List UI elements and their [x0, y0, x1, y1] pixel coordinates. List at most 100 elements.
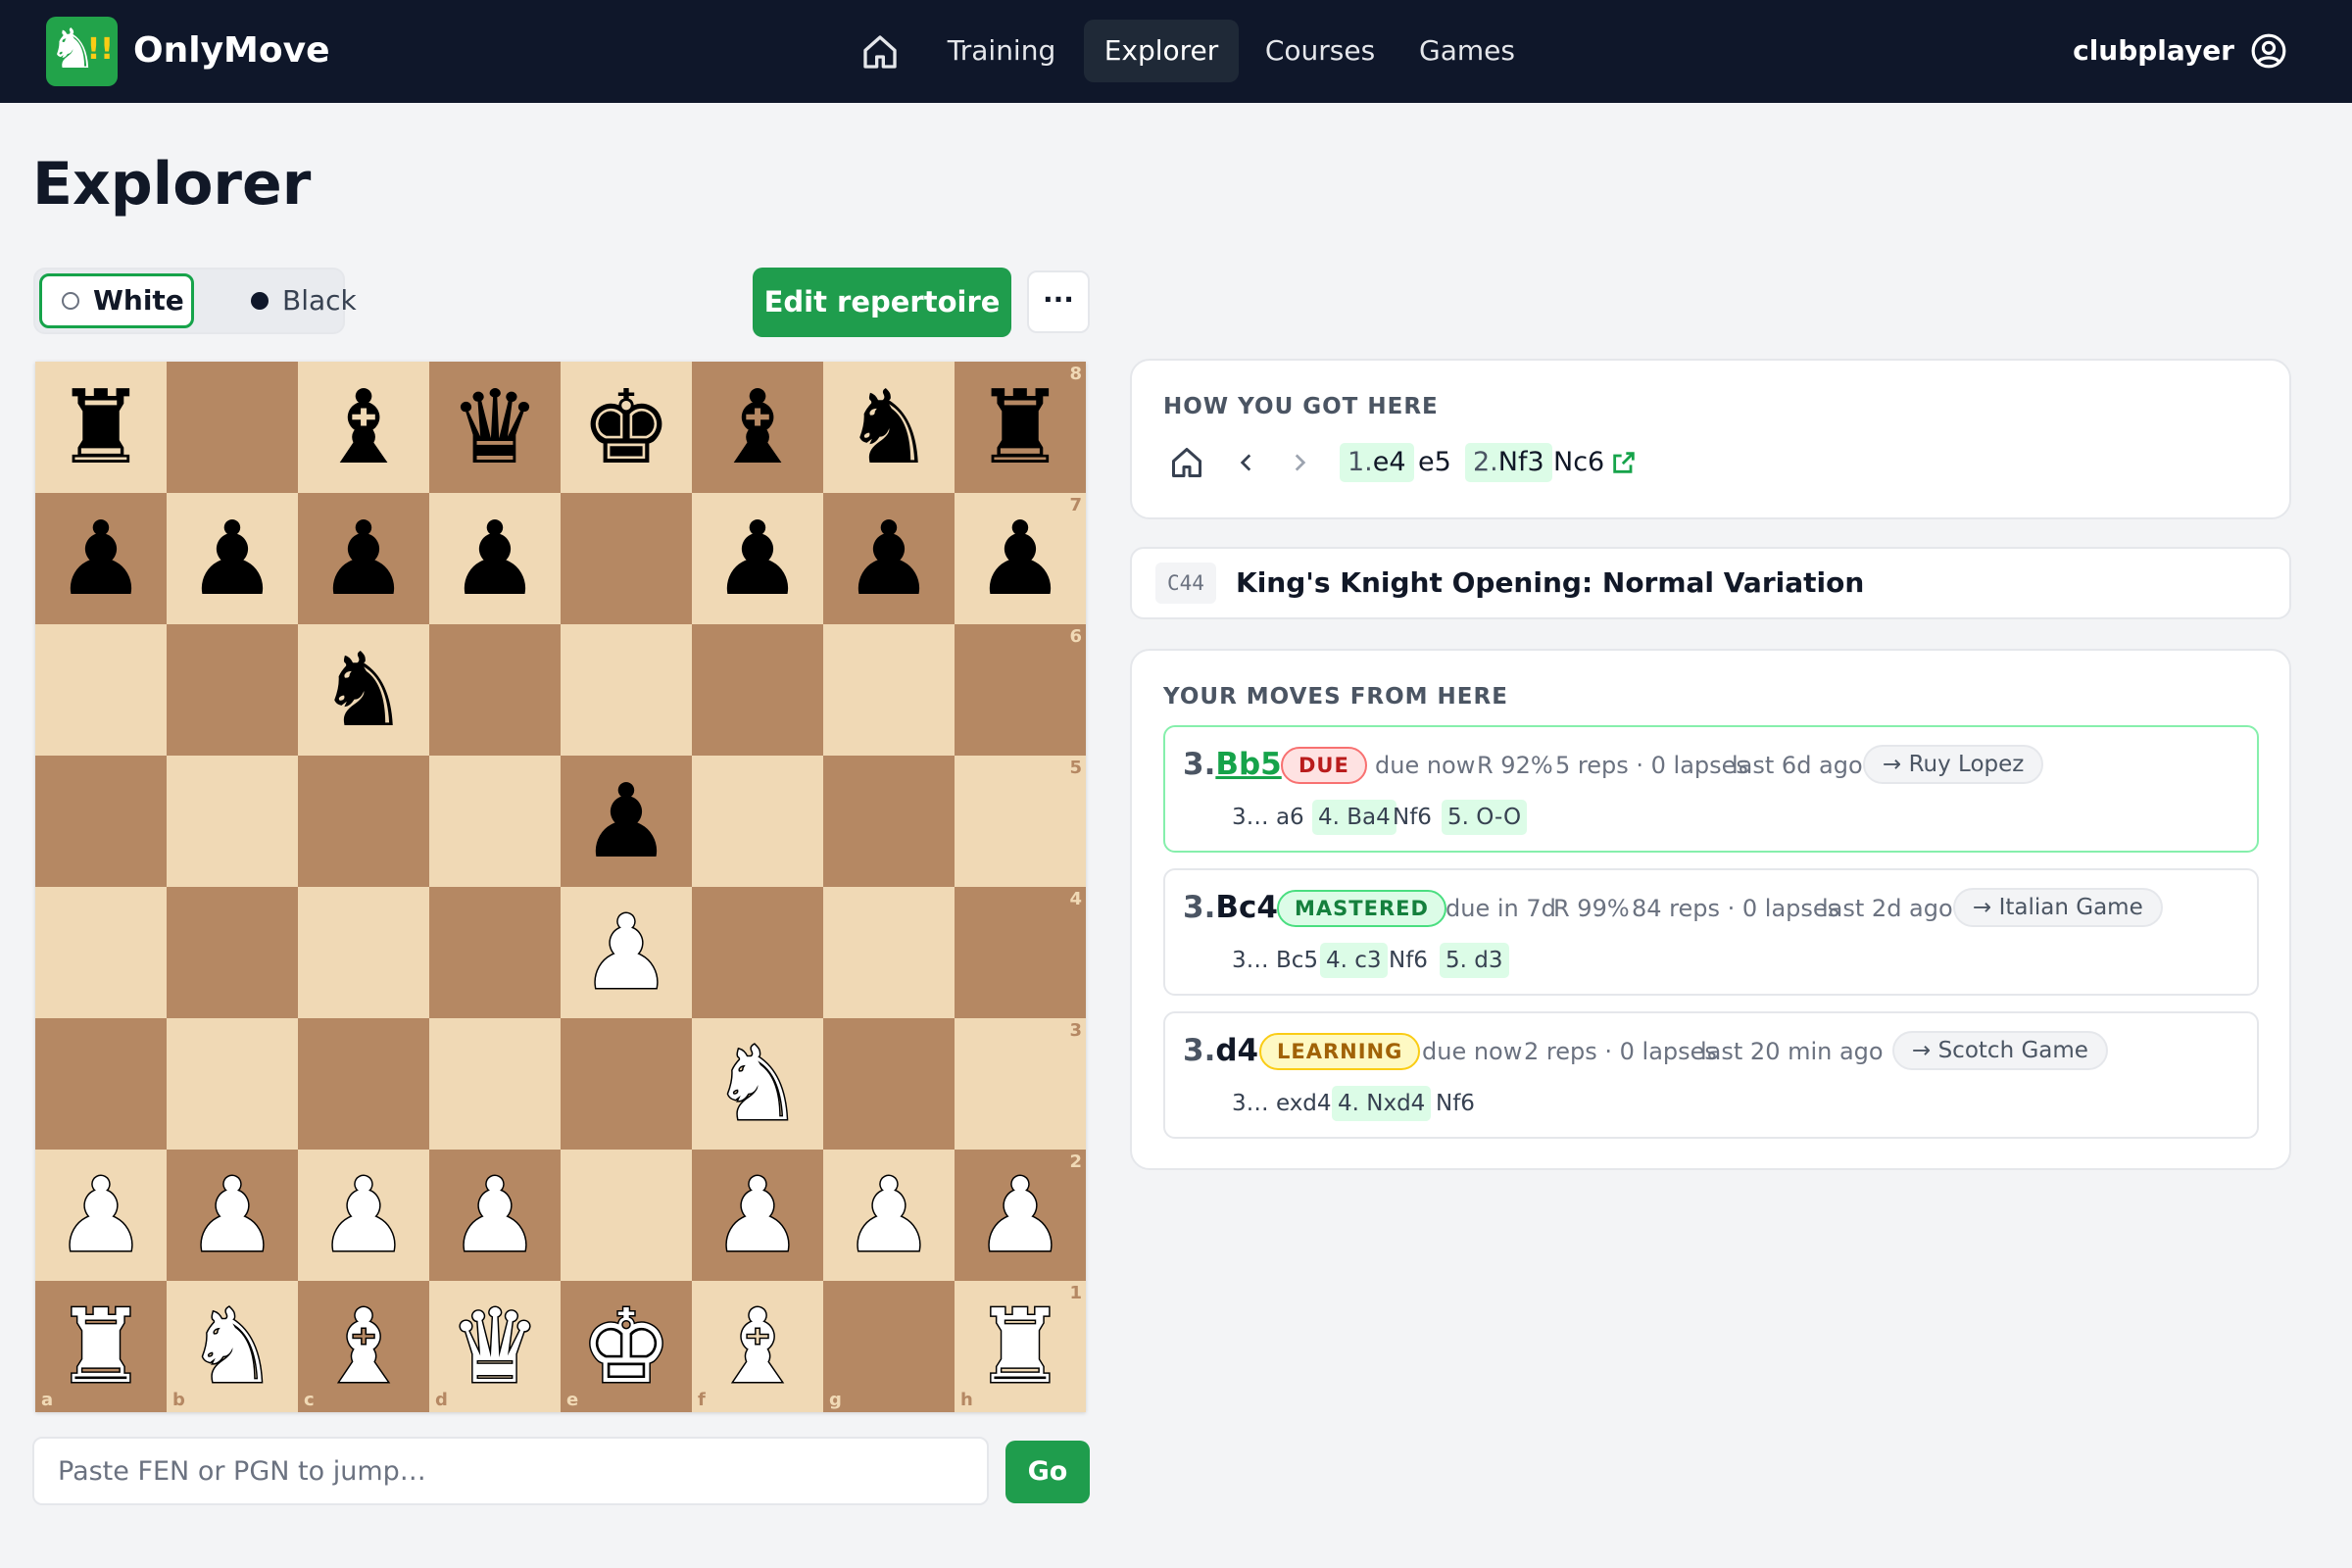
opening-link-pill[interactable]: → Scotch Game: [1892, 1031, 2108, 1070]
black-king-icon[interactable]: ♚: [580, 376, 671, 478]
opening-link-pill[interactable]: → Ruy Lopez: [1863, 745, 2044, 784]
continuation-move[interactable]: 4. Nxd4: [1332, 1086, 1432, 1121]
square-d2[interactable]: ♟: [429, 1150, 561, 1281]
black-pawn-icon[interactable]: ♟: [55, 508, 146, 610]
square-b5[interactable]: [167, 756, 298, 887]
move-san[interactable]: d4: [1215, 1033, 1258, 1068]
square-a1[interactable]: ♜ a: [35, 1281, 167, 1412]
square-c4[interactable]: [298, 887, 429, 1018]
black-knight-icon[interactable]: ♞: [843, 376, 934, 478]
move-chip[interactable]: 1.e4: [1340, 443, 1414, 482]
square-c3[interactable]: [298, 1018, 429, 1150]
square-f1[interactable]: ♝ f: [692, 1281, 823, 1412]
square-h1[interactable]: ♜ 1 h: [955, 1281, 1086, 1412]
chevron-right-icon[interactable]: [1287, 443, 1312, 482]
more-icon[interactable]: ···: [1027, 270, 1090, 333]
white-king-icon[interactable]: ♚: [579, 1295, 673, 1399]
home-icon[interactable]: [1169, 445, 1204, 480]
chess-board[interactable]: ♜ ♝ ♛ ♚ ♝ ♞ ♜ 8 ♟ ♟ ♟ ♟ ♟ ♟ ♟ 7 ♞ 6 ♟ 5 ♟ 4 ♞ 3 ♟ ♟ ♟ ♟ ♟ ♟ ♟ 2 ♜ a ♞ b ♝ c ♛ d…: [35, 362, 1086, 1412]
continuation-move[interactable]: Nf6: [1389, 943, 1428, 978]
square-b4[interactable]: [167, 887, 298, 1018]
move-chip[interactable]: e5: [1418, 443, 1451, 482]
move-san-link[interactable]: Bb5: [1215, 747, 1281, 782]
nav-explorer[interactable]: Explorer: [1084, 20, 1239, 82]
continuation-move[interactable]: 5. O-O: [1442, 800, 1528, 835]
black-queen-icon[interactable]: ♛: [449, 376, 540, 478]
square-c6[interactable]: ♞: [298, 624, 429, 756]
square-d3[interactable]: [429, 1018, 561, 1150]
square-b1[interactable]: ♞ b: [167, 1281, 298, 1412]
square-e5[interactable]: ♟: [561, 756, 692, 887]
color-white-button[interactable]: White: [39, 273, 194, 328]
white-bishop-icon[interactable]: ♝: [710, 1295, 805, 1399]
white-pawn-icon[interactable]: ♟: [448, 1163, 542, 1268]
username[interactable]: clubplayer: [2073, 29, 2234, 73]
black-pawn-icon[interactable]: ♟: [580, 770, 671, 872]
square-g8[interactable]: ♞: [823, 362, 955, 493]
black-rook-icon[interactable]: ♜: [974, 376, 1065, 478]
square-g2[interactable]: ♟: [823, 1150, 955, 1281]
square-e4[interactable]: ♟: [561, 887, 692, 1018]
user-circle-icon[interactable]: [2250, 32, 2287, 70]
square-e8[interactable]: ♚: [561, 362, 692, 493]
logo-icon[interactable]: ♞ !!: [46, 17, 118, 86]
white-pawn-icon[interactable]: ♟: [973, 1163, 1067, 1268]
square-a2[interactable]: ♟: [35, 1150, 167, 1281]
square-h3[interactable]: 3: [955, 1018, 1086, 1150]
home-icon[interactable]: [860, 32, 900, 72]
white-queen-icon[interactable]: ♛: [448, 1295, 542, 1399]
square-b7[interactable]: ♟: [167, 493, 298, 624]
move-row-bc4[interactable]: 3.Bc4 MASTERED due in 7d R 99% 84 reps ·…: [1163, 868, 2259, 996]
continuation-move[interactable]: 3… exd4: [1232, 1086, 1332, 1121]
fen-pgn-input[interactable]: [32, 1437, 989, 1505]
square-f6[interactable]: [692, 624, 823, 756]
continuation-move[interactable]: Nf6: [1436, 1086, 1475, 1121]
square-h7[interactable]: ♟ 7: [955, 493, 1086, 624]
continuation-move[interactable]: 4. Ba4: [1312, 800, 1396, 835]
move-row-bb5[interactable]: 3.Bb5 DUE due now R 92% 5 reps · 0 lapse…: [1163, 725, 2259, 853]
white-pawn-icon[interactable]: ♟: [54, 1163, 148, 1268]
square-f7[interactable]: ♟: [692, 493, 823, 624]
continuation-move[interactable]: Nf6: [1393, 800, 1432, 835]
continuation-move[interactable]: 5. d3: [1440, 943, 1509, 978]
black-pawn-icon[interactable]: ♟: [186, 508, 277, 610]
continuation-move[interactable]: 4. c3: [1320, 943, 1388, 978]
opening-link-pill[interactable]: → Italian Game: [1953, 888, 2163, 927]
square-d1[interactable]: ♛ d: [429, 1281, 561, 1412]
square-a8[interactable]: ♜: [35, 362, 167, 493]
square-e3[interactable]: [561, 1018, 692, 1150]
black-bishop-icon[interactable]: ♝: [318, 376, 409, 478]
move-san[interactable]: Bc4: [1215, 890, 1278, 925]
white-rook-icon[interactable]: ♜: [54, 1295, 148, 1399]
square-b3[interactable]: [167, 1018, 298, 1150]
square-c2[interactable]: ♟: [298, 1150, 429, 1281]
black-pawn-icon[interactable]: ♟: [974, 508, 1065, 610]
white-pawn-icon[interactable]: ♟: [317, 1163, 411, 1268]
square-g1[interactable]: g: [823, 1281, 955, 1412]
square-g5[interactable]: [823, 756, 955, 887]
square-h8[interactable]: ♜ 8: [955, 362, 1086, 493]
square-h5[interactable]: 5: [955, 756, 1086, 887]
black-pawn-icon[interactable]: ♟: [843, 508, 934, 610]
white-pawn-icon[interactable]: ♟: [842, 1163, 936, 1268]
square-e1[interactable]: ♚ e: [561, 1281, 692, 1412]
white-knight-icon[interactable]: ♞: [185, 1295, 279, 1399]
square-f8[interactable]: ♝: [692, 362, 823, 493]
square-f3[interactable]: ♞: [692, 1018, 823, 1150]
white-pawn-icon[interactable]: ♟: [579, 901, 673, 1005]
black-bishop-icon[interactable]: ♝: [711, 376, 803, 478]
square-b6[interactable]: [167, 624, 298, 756]
square-d5[interactable]: [429, 756, 561, 887]
white-pawn-icon[interactable]: ♟: [185, 1163, 279, 1268]
white-knight-icon[interactable]: ♞: [710, 1032, 805, 1137]
move-row-d4[interactable]: 3.d4 LEARNING due now 2 reps · 0 lapses …: [1163, 1011, 2259, 1139]
move-chip[interactable]: 2.Nf3: [1465, 443, 1552, 482]
black-pawn-icon[interactable]: ♟: [449, 508, 540, 610]
square-a7[interactable]: ♟: [35, 493, 167, 624]
nav-courses[interactable]: Courses: [1254, 20, 1386, 82]
square-d8[interactable]: ♛: [429, 362, 561, 493]
nav-training[interactable]: Training: [931, 20, 1072, 82]
square-g3[interactable]: [823, 1018, 955, 1150]
square-g7[interactable]: ♟: [823, 493, 955, 624]
square-a6[interactable]: [35, 624, 167, 756]
